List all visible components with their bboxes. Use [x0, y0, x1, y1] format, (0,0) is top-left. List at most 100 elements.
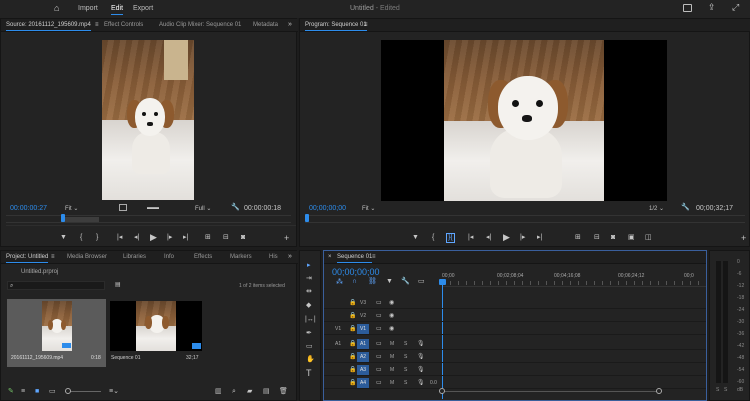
program-go-to-in-icon[interactable]: |◂: [468, 234, 473, 242]
tab-audio-clip-mixer[interactable]: Audio Clip Mixer: Sequence 01: [159, 22, 241, 28]
source-patch-v1[interactable]: V1: [335, 326, 341, 332]
track-row-v1[interactable]: V1 🔒 V1 ▭ ◉: [324, 323, 706, 335]
automate-icon[interactable]: ▥: [215, 388, 222, 396]
source-video-frame[interactable]: [102, 40, 194, 200]
track-row-a4[interactable]: 🔒 A4 ▭ M S 🎙 0.0: [324, 377, 706, 389]
pencil-icon[interactable]: ✎: [8, 388, 14, 396]
solo-button[interactable]: S: [404, 367, 407, 373]
program-button-editor-icon[interactable]: +: [741, 234, 746, 243]
timeline-scrollbar[interactable]: [439, 388, 662, 394]
sequence-menu-icon[interactable]: ≡: [372, 253, 376, 261]
menu-export[interactable]: Export: [133, 5, 153, 12]
tab-sequence[interactable]: Sequence 01: [337, 254, 373, 263]
captions-icon[interactable]: ▭: [418, 278, 425, 286]
master-volume-value[interactable]: 0.0: [430, 380, 437, 386]
menu-import[interactable]: Import: [78, 5, 98, 12]
track-row-v2[interactable]: 🔒 V2 ▭ ◉: [324, 310, 706, 322]
linked-selection-icon[interactable]: ⛓: [368, 278, 377, 286]
microphone-icon[interactable]: 🎙: [417, 366, 425, 374]
program-scrub-bar[interactable]: [305, 214, 745, 223]
extract-icon[interactable]: ⊟: [594, 234, 600, 242]
solo-right-button[interactable]: S: [724, 387, 727, 393]
tab-metadata[interactable]: Metadata: [253, 22, 278, 28]
insert-icon[interactable]: ⊞: [205, 234, 211, 242]
find-icon[interactable]: ⌕: [232, 388, 236, 396]
lock-icon[interactable]: 🔒: [349, 325, 356, 333]
source-resolution-select[interactable]: Full ⌄: [195, 205, 211, 212]
mute-button[interactable]: M: [390, 341, 394, 347]
sync-lock-icon[interactable]: ▭: [376, 340, 382, 348]
list-view-icon[interactable]: ≡: [21, 388, 25, 396]
project-item-clip[interactable]: 20161112_195609.mp4 0:18: [7, 299, 106, 367]
lock-icon[interactable]: 🔒: [349, 366, 356, 374]
mark-out-icon[interactable]: }: [96, 234, 98, 242]
microphone-icon[interactable]: 🎙: [417, 353, 425, 361]
close-sequence-icon[interactable]: ×: [328, 253, 332, 261]
sync-lock-icon[interactable]: ▭: [376, 325, 382, 333]
track-row-a3[interactable]: 🔒 A3 ▭ M S 🎙: [324, 364, 706, 376]
project-more-tabs-icon[interactable]: »: [288, 253, 292, 261]
source-settings-icon[interactable]: [119, 204, 127, 211]
tab-libraries[interactable]: Libraries: [123, 254, 146, 260]
tab-effects[interactable]: Effects: [194, 254, 212, 260]
solo-left-button[interactable]: S: [716, 387, 719, 393]
pen-tool-icon[interactable]: ✒: [306, 330, 312, 338]
track-row-v3[interactable]: 🔒 V3 ▭ ◉: [324, 297, 706, 309]
tab-info[interactable]: Info: [164, 254, 174, 260]
go-to-out-icon[interactable]: ▸|: [183, 234, 188, 242]
mute-button[interactable]: M: [390, 354, 394, 360]
program-play-icon[interactable]: ▶: [503, 233, 510, 242]
project-item-sequence[interactable]: Sequence 01 32;17: [110, 299, 202, 367]
solo-button[interactable]: S: [404, 341, 407, 347]
microphone-icon[interactable]: 🎙: [417, 340, 425, 348]
new-search-bin-icon[interactable]: ▤: [115, 281, 121, 289]
sync-lock-icon[interactable]: ▭: [376, 299, 382, 307]
play-icon[interactable]: ▶: [150, 233, 157, 242]
selection-tool-icon[interactable]: ▸: [307, 262, 311, 270]
snap-icon[interactable]: ∩: [352, 278, 357, 286]
program-zoom-select[interactable]: Fit ⌄: [362, 205, 375, 212]
lock-icon[interactable]: 🔒: [349, 353, 356, 361]
mute-button[interactable]: M: [390, 380, 394, 386]
program-mark-in-icon[interactable]: {: [432, 234, 434, 242]
source-timecode[interactable]: 00:00:00:27: [10, 205, 47, 212]
tab-project[interactable]: Project: Untitled: [6, 254, 49, 263]
track-target-a2[interactable]: A2: [357, 352, 369, 362]
export-frame-icon[interactable]: ◙: [241, 234, 245, 242]
source-drag-video-icon[interactable]: ▬▬: [147, 204, 159, 212]
tab-markers[interactable]: Markers: [230, 254, 252, 260]
lock-icon[interactable]: 🔒: [349, 299, 356, 307]
program-resolution-select[interactable]: 1/2 ⌄: [649, 205, 664, 212]
program-add-marker-icon[interactable]: ▼: [412, 234, 419, 242]
tab-media-browser[interactable]: Media Browser: [67, 254, 107, 260]
track-target-a4[interactable]: A4: [357, 378, 369, 388]
vr-icon[interactable]: ◫: [645, 234, 652, 242]
icon-view-icon[interactable]: ■: [35, 388, 39, 396]
lift-icon[interactable]: ⊞: [575, 234, 581, 242]
source-patch-a1[interactable]: A1: [335, 341, 341, 347]
razor-tool-icon[interactable]: ◆: [306, 302, 311, 310]
program-go-to-out-icon[interactable]: ▸|: [537, 234, 542, 242]
slip-tool-icon[interactable]: |↔|: [305, 316, 316, 324]
share-icon[interactable]: ⇪: [708, 3, 716, 12]
button-editor-icon[interactable]: +: [284, 234, 289, 243]
program-menu-icon[interactable]: ≡: [364, 21, 368, 29]
sort-icon[interactable]: ≡⌄: [109, 388, 119, 396]
step-forward-icon[interactable]: |▸: [167, 234, 172, 242]
program-wrench-icon[interactable]: 🔧: [681, 204, 690, 212]
trash-icon[interactable]: 🗑: [279, 388, 288, 396]
timeline-settings-icon[interactable]: 🔧: [401, 278, 410, 286]
mute-button[interactable]: M: [390, 367, 394, 373]
tab-menu-icon[interactable]: ≡: [95, 21, 99, 29]
lock-icon[interactable]: 🔒: [349, 312, 356, 320]
go-to-in-icon[interactable]: |◂: [117, 234, 122, 242]
nest-icon[interactable]: ⁂: [336, 279, 343, 287]
mark-in-icon[interactable]: {: [80, 234, 82, 242]
overwrite-icon[interactable]: ⊟: [223, 234, 229, 242]
tab-program[interactable]: Program: Sequence 01: [305, 22, 367, 31]
track-target-v1[interactable]: V1: [357, 324, 369, 334]
project-search-input[interactable]: ⌕: [7, 281, 105, 290]
program-step-back-icon[interactable]: ◂|: [486, 234, 491, 242]
type-tool-icon[interactable]: T: [306, 369, 312, 378]
solo-button[interactable]: S: [404, 354, 407, 360]
